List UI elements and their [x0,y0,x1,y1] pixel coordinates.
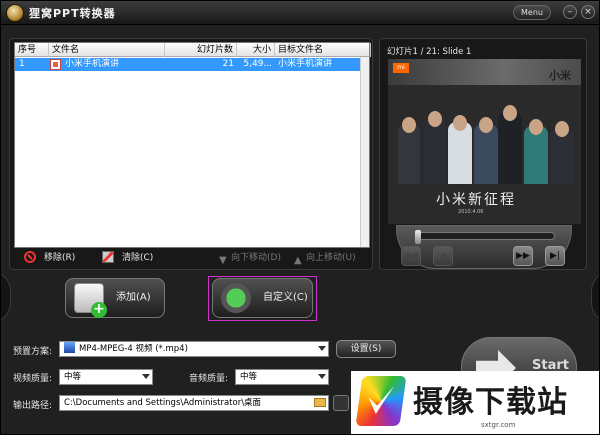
person-figure [448,122,472,184]
window-title: 狸窝PPT转换器 [29,7,116,20]
column-header-file-name[interactable]: 文件名 [49,43,165,57]
remove-button[interactable]: 移除(R) [24,251,75,265]
first-slide-button[interactable]: ◀◀ [401,246,421,266]
row-slide-count: 21 [222,59,234,69]
column-header-size[interactable]: 大小 [237,43,275,57]
person-head [453,115,467,131]
move-down-button[interactable]: ▼ 向下移动(D) [219,251,281,266]
row-index: 1 [19,59,25,69]
watermark-url: sxtgr.com [481,421,516,429]
slide-info: 幻灯片1 / 21: Slide 1 [387,47,472,57]
folder-icon[interactable] [314,398,326,407]
preset-select[interactable]: MP4-MPEG-4 视频 (*.mp4) [59,341,329,357]
slide-date: 2010.4.06 [458,209,484,215]
vertical-scrollbar[interactable] [360,57,369,247]
person-figure [474,124,498,184]
add-button[interactable]: 添加(A) [65,278,165,318]
slide-caption: 小米新征程 [436,192,516,208]
move-up-label: 向上移动(U) [306,253,356,263]
person-head [555,121,569,137]
table-header: 序号 文件名 幻灯片数 大小 目标文件名 [15,43,371,57]
add-file-icon [74,283,107,318]
person-head [529,119,543,135]
tools-icon [221,283,251,313]
menu-button[interactable]: Menu [513,5,551,20]
person-figure [498,112,522,184]
clear-button[interactable]: 清除(C) [102,251,153,265]
skip-forward-icon: ▶| [550,251,560,261]
preview-panel: 幻灯片1 / 21: Slide 1 mi 小米 小米新征程 2010.4.06 [379,38,587,270]
watermark: 摄像下载站 sxtgr.com [351,371,599,434]
custom-label: 自定义(C) [263,292,308,303]
video-quality-label: 视频质量: [13,374,53,384]
close-button[interactable]: × [581,5,595,19]
remove-icon [24,251,36,263]
slide-banner: mi 小米 [388,59,581,85]
output-path-label: 输出路径: [13,401,53,411]
ppt-file-icon [50,59,61,70]
app-logo-icon [6,4,24,22]
player-controls: ◀◀ ◀ ▶▶ ▶| [396,225,572,269]
output-path-value: C:\Documents and Settings\Administrator\… [64,398,262,408]
video-quality-value: 中等 [64,372,82,382]
audio-quality-label: 音频质量: [189,374,229,384]
person-figure [398,124,420,184]
file-table[interactable]: 序号 文件名 幻灯片数 大小 目标文件名 1 小米手机演讲 21 5,49...… [14,42,371,248]
slide-logo: mi [393,63,409,73]
arrow-up-icon: ▲ [294,255,302,266]
skip-back-icon: ◀◀ [404,251,418,261]
slide-brand: 小米 [549,69,571,82]
person-head [402,117,416,133]
move-down-label: 向下移动(D) [231,253,281,263]
decorative-bump-left [1,271,11,323]
audio-quality-value: 中等 [240,372,258,382]
previous-slide-button[interactable]: ◀ [433,246,453,266]
audio-quality-select[interactable]: 中等 [235,369,329,385]
watermark-text: 摄像下载站 [413,385,568,420]
person-head [428,111,442,127]
output-path-field[interactable]: C:\Documents and Settings\Administrator\… [59,395,329,411]
row-target-name: 小米手机演讲 [278,59,333,69]
preset-label: 预置方案: [13,347,53,357]
seek-bar[interactable] [415,230,555,244]
column-header-target-name[interactable]: 目标文件名 [275,43,371,57]
chevron-down-icon [142,374,150,379]
preset-value: MP4-MPEG-4 视频 (*.mp4) [79,344,188,354]
list-toolbar: 移除(R) 清除(C) ▼ 向下移动(D) ▲ 向上移动(U) [14,249,370,267]
arrow-down-icon: ▼ [219,255,227,266]
row-file-name: 小米手机演讲 [65,59,120,69]
decorative-bump-right [591,271,599,323]
move-up-button[interactable]: ▲ 向上移动(U) [294,251,356,266]
chevron-down-icon [318,346,326,351]
video-quality-select[interactable]: 中等 [59,369,153,385]
slide-preview-image: mi 小米 小米新征程 2010.4.06 [388,59,581,224]
next-slide-button[interactable]: ▶▶ [513,246,533,266]
add-label: 添加(A) [116,292,151,303]
title-bar: 狸窝PPT转换器 Menu – × [1,1,599,25]
clear-icon [102,251,114,263]
checkmark-icon [366,386,394,414]
person-head [479,117,493,133]
minimize-button[interactable]: – [563,5,577,19]
app-window: 狸窝PPT转换器 Menu – × 序号 文件名 幻灯片数 大小 目标文件名 1… [0,0,600,435]
custom-button[interactable]: 自定义(C) [212,278,313,318]
table-row[interactable]: 1 小米手机演讲 21 5,49... 小米手机演讲 [15,58,363,71]
chevron-down-icon [318,374,326,379]
person-figure [424,118,446,184]
row-size: 5,49... [243,59,272,69]
seek-thumb[interactable] [415,230,421,244]
rewind-icon: ◀ [439,251,447,261]
file-list-panel: 序号 文件名 幻灯片数 大小 目标文件名 1 小米手机演讲 21 5,49...… [9,38,373,270]
settings-button[interactable]: 设置(S) [336,340,396,358]
fast-forward-icon: ▶▶ [516,251,530,261]
video-format-icon [64,342,75,353]
clear-label: 清除(C) [122,253,154,263]
column-header-slide-count[interactable]: 幻灯片数 [165,43,237,57]
person-head [503,105,517,121]
remove-label: 移除(R) [44,253,76,263]
last-slide-button[interactable]: ▶| [545,246,565,266]
column-header-index[interactable]: 序号 [15,43,49,57]
open-folder-button[interactable] [333,395,349,411]
watermark-logo-icon [355,376,407,426]
